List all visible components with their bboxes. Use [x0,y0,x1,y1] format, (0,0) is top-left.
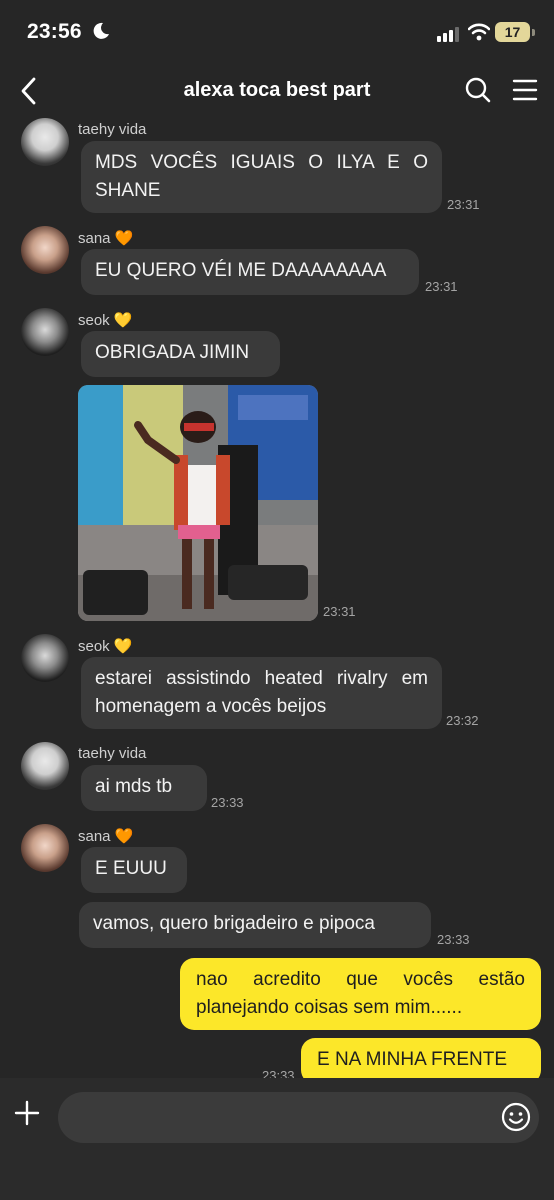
gif-preview-image [78,385,318,621]
status-time: 23:56 [27,20,82,43]
smiley-icon[interactable] [501,1102,531,1132]
status-bar: 23:56 17 [0,0,554,66]
sender-name: taehy vida [78,121,147,138]
avatar[interactable] [21,634,69,682]
chat-header: alexa toca best part [0,66,554,116]
hamburger-menu-icon[interactable] [512,78,538,102]
sender-name: sana 🧡 [78,827,133,845]
message-composer [0,1078,554,1200]
avatar[interactable] [21,824,69,872]
sender-name: seok 💛 [78,311,132,329]
battery-indicator: 17 [495,22,530,42]
moon-icon [93,22,109,39]
orange-heart-icon: 🧡 [114,828,134,845]
sender-label: sana [78,230,111,247]
wifi-icon [468,23,490,41]
message-bubble[interactable]: estarei assistindo heated rivalry em hom… [81,657,442,729]
media-attachment[interactable] [78,385,318,621]
sender-label: seok [78,312,110,329]
plus-icon[interactable] [14,1100,40,1126]
message-bubble[interactable]: vamos, quero brigadeiro e pipoca [79,902,431,948]
message-time: 23:31 [323,604,356,619]
yellow-heart-icon: 💛 [113,638,133,655]
avatar[interactable] [21,308,69,356]
message-time: 23:33 [211,795,244,810]
avatar[interactable] [21,118,69,166]
message-bubble[interactable]: OBRIGADA JIMIN [81,331,280,377]
battery-cap [532,29,535,36]
yellow-heart-icon: 💛 [113,312,133,329]
sender-name: sana 🧡 [78,229,133,247]
message-bubble[interactable]: E EUUU [81,847,187,893]
message-time: 23:31 [447,197,480,212]
message-time: 23:32 [446,713,479,728]
avatar[interactable] [21,226,69,274]
message-bubble[interactable]: ai mds tb [81,765,207,811]
sender-label: sana [78,828,111,845]
orange-heart-icon: 🧡 [114,230,134,247]
message-input[interactable] [58,1092,539,1143]
message-bubble[interactable]: EU QUERO VÉI ME DAAAAAAAA [81,249,419,295]
sender-name: taehy vida [78,745,147,762]
message-bubble[interactable]: MDS VOCÊS IGUAIS O ILYA E O SHANE [81,141,442,213]
sender-name: seok 💛 [78,637,132,655]
signal-icon [437,27,459,42]
search-icon[interactable] [464,76,492,104]
avatar[interactable] [21,742,69,790]
message-time: 23:31 [425,279,458,294]
message-time: 23:33 [437,932,470,947]
outgoing-message-bubble[interactable]: nao acredito que vocês estão planejando … [180,958,541,1030]
sender-label: seok [78,638,110,655]
